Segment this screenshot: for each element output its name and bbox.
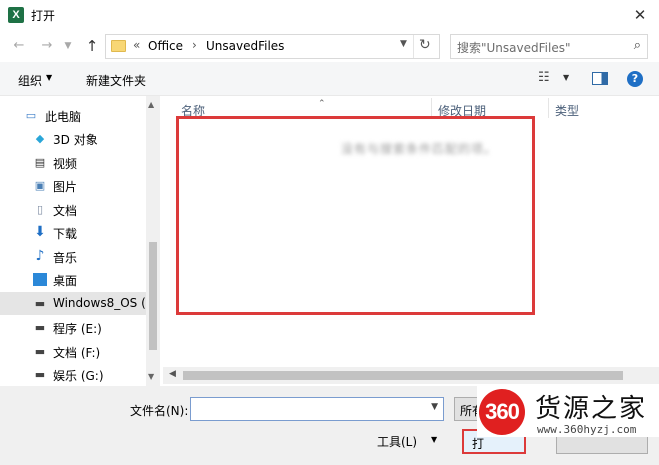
breadcrumb-unsavedfiles[interactable]: UnsavedFiles xyxy=(206,39,284,53)
sidebar-item-this-pc[interactable]: ▭ 此电脑 xyxy=(0,104,146,127)
title-bar: X 打开 ✕ xyxy=(0,0,659,31)
address-divider xyxy=(413,35,414,58)
pictures-icon: ▣ xyxy=(34,179,46,192)
sidebar-item-label: 3D 对象 xyxy=(53,133,98,147)
sidebar-item-label: 程序 (E:) xyxy=(53,322,102,336)
window-title: 打开 xyxy=(31,9,56,23)
filename-label: 文件名(N): xyxy=(130,404,189,418)
recent-locations-chevron-icon[interactable]: ▼ xyxy=(61,35,75,57)
excel-icon: X xyxy=(8,7,24,23)
sidebar-item-label: Windows8_OS (C xyxy=(53,296,155,310)
download-icon: ⬇ xyxy=(34,224,46,240)
scrollbar-thumb[interactable] xyxy=(183,371,623,380)
organize-menu[interactable]: 组织 xyxy=(18,72,42,89)
chevron-down-icon[interactable]: ▼ xyxy=(563,73,569,82)
sidebar-item-label: 图片 xyxy=(53,180,78,194)
horizontal-scrollbar[interactable]: ◀ xyxy=(163,367,659,384)
watermark-url: www.360hyzj.com xyxy=(537,423,637,436)
filename-field[interactable]: ▼ xyxy=(190,397,444,421)
column-header-type[interactable]: 类型 xyxy=(555,102,579,119)
scroll-left-icon[interactable]: ◀ xyxy=(169,369,176,379)
chevron-down-icon[interactable]: ▼ xyxy=(431,402,438,412)
sidebar-item-desktop[interactable]: 桌面 xyxy=(0,268,146,291)
preview-pane-icon[interactable] xyxy=(592,72,608,85)
column-divider[interactable] xyxy=(431,98,432,118)
sidebar-item-videos[interactable]: ▤ 视频 xyxy=(0,151,146,174)
sidebar-item-drive-f[interactable]: ▬ 文档 (F:) xyxy=(0,340,146,363)
pc-icon: ▭ xyxy=(25,109,37,122)
search-placeholder: 搜索"UnsavedFiles" xyxy=(457,41,571,55)
documents-icon: ▯ xyxy=(36,203,44,216)
address-dropdown-icon[interactable]: ▼ xyxy=(400,39,407,49)
search-input[interactable]: 搜索"UnsavedFiles" ⌕ xyxy=(450,34,648,59)
sidebar-item-label: 桌面 xyxy=(53,274,78,288)
column-divider[interactable] xyxy=(548,98,549,118)
desktop-icon xyxy=(33,273,47,286)
navigation-pane: ▭ 此电脑 ◆ 3D 对象 ▤ 视频 ▣ 图片 ▯ 文档 ⬇ 下载 ♪ 音乐 桌… xyxy=(0,96,160,386)
sidebar-item-label: 文档 (F:) xyxy=(53,346,101,360)
video-icon: ▤ xyxy=(34,156,46,169)
breadcrumb-office[interactable]: Office xyxy=(148,39,183,53)
sidebar-item-downloads[interactable]: ⬇ 下载 xyxy=(0,221,146,244)
sidebar-item-3d-objects[interactable]: ◆ 3D 对象 xyxy=(0,127,146,150)
watermark: 360 货源之家 www.360hyzj.com xyxy=(477,385,659,437)
drive-icon: ▬ xyxy=(34,345,46,358)
new-folder-button[interactable]: 新建文件夹 xyxy=(86,72,146,89)
watermark-logo: 360 xyxy=(479,389,525,435)
search-icon[interactable]: ⌕ xyxy=(634,38,641,53)
drive-icon: ▬ xyxy=(34,368,46,381)
sidebar-item-label: 文档 xyxy=(53,204,78,218)
tools-menu[interactable]: 工具(L) xyxy=(377,433,417,450)
music-icon: ♪ xyxy=(35,248,45,264)
annotation-highlight-box xyxy=(176,116,535,315)
up-arrow-icon[interactable]: ↑ xyxy=(82,35,102,57)
sidebar-item-documents[interactable]: ▯ 文档 xyxy=(0,198,146,221)
help-icon[interactable]: ? xyxy=(627,71,643,87)
navigation-bar: ← → ▼ ↑ « Office › UnsavedFiles ▼ ↻ 搜索"U… xyxy=(0,31,659,62)
scrollbar-thumb[interactable] xyxy=(149,242,157,350)
watermark-name: 货源之家 xyxy=(535,394,648,424)
sidebar-item-label: 娱乐 (G:) xyxy=(53,369,104,383)
folder-icon xyxy=(111,40,126,52)
back-arrow-icon[interactable]: ← xyxy=(9,35,29,57)
close-button[interactable]: ✕ xyxy=(627,3,653,27)
drive-icon: ▬ xyxy=(34,297,46,310)
sidebar-item-label: 此电脑 xyxy=(45,110,82,124)
toolbar: 组织 ▼ 新建文件夹 ☷ ▼ ? xyxy=(0,62,659,96)
sidebar-item-pictures[interactable]: ▣ 图片 xyxy=(0,174,146,197)
3d-objects-icon: ◆ xyxy=(35,132,45,145)
breadcrumb-overflow[interactable]: « xyxy=(133,38,140,52)
sidebar-item-drive-c[interactable]: ▬ Windows8_OS (C xyxy=(0,292,154,315)
sidebar-item-drive-g[interactable]: ▬ 娱乐 (G:) xyxy=(0,363,146,386)
address-bar[interactable]: « Office › UnsavedFiles ▼ ↻ xyxy=(105,34,440,59)
sidebar-item-music[interactable]: ♪ 音乐 xyxy=(0,245,146,268)
sidebar-item-label: 视频 xyxy=(53,157,78,171)
chevron-down-icon[interactable]: ▼ xyxy=(46,73,52,82)
sort-ascending-icon: ⌃ xyxy=(318,99,326,109)
forward-arrow-icon[interactable]: → xyxy=(37,35,57,57)
sidebar-item-label: 下载 xyxy=(53,227,78,241)
scroll-up-icon[interactable]: ▲ xyxy=(148,100,154,109)
chevron-down-icon[interactable]: ▼ xyxy=(431,435,437,444)
refresh-icon[interactable]: ↻ xyxy=(419,37,431,53)
sidebar-item-label: 音乐 xyxy=(53,251,78,265)
drive-icon: ▬ xyxy=(34,321,46,334)
scroll-down-icon[interactable]: ▼ xyxy=(148,372,154,381)
sidebar-scrollbar[interactable]: ▲ ▼ xyxy=(146,96,160,386)
breadcrumb-separator-icon[interactable]: › xyxy=(192,38,197,52)
sidebar-item-drive-e[interactable]: ▬ 程序 (E:) xyxy=(0,316,146,339)
view-options-icon[interactable]: ☷ xyxy=(538,70,550,85)
